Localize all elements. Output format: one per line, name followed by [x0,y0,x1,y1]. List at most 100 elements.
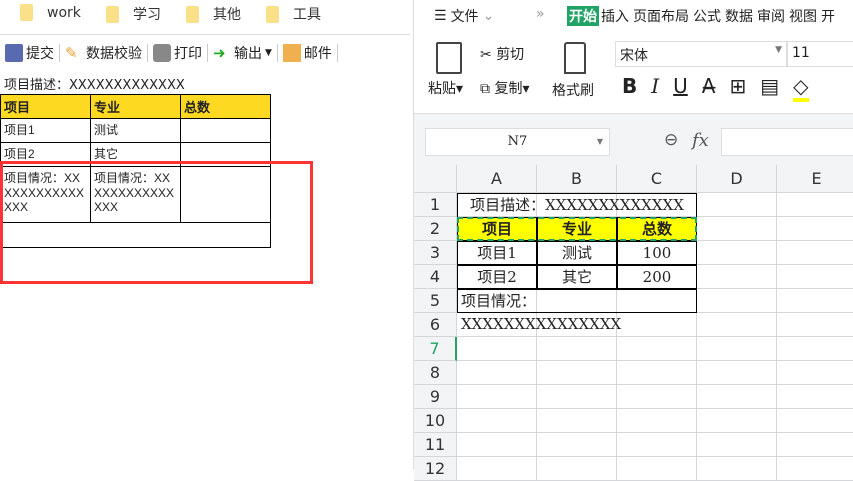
fx-button[interactable]: fx [692,130,709,151]
cell[interactable] [697,217,777,241]
row-header-8[interactable]: 8 [414,361,457,385]
cell[interactable] [697,313,777,337]
cell[interactable] [697,241,777,265]
cell[interactable] [697,409,777,433]
cell[interactable] [777,289,853,313]
strikethrough-icon[interactable]: A̶ [702,74,716,102]
row-header-1[interactable]: 1 [414,193,457,217]
cell[interactable] [697,289,777,313]
cell-A1[interactable]: 项目描述：XXXXXXXXXXXXX [457,193,697,217]
cell[interactable] [617,313,697,337]
row-header-3[interactable]: 3 [414,241,457,265]
cell[interactable] [777,409,853,433]
column-header-D[interactable]: D [697,165,777,193]
file-menu[interactable]: ☰ 文件 ⌄ [432,6,496,26]
folder-tools[interactable]: 工具 [266,4,321,24]
tab-insert[interactable]: 插入 [599,6,631,26]
cell[interactable] [617,409,697,433]
row-header-5[interactable]: 5 [414,289,457,313]
cell[interactable] [617,433,697,457]
column-header-E[interactable]: E [777,165,853,193]
format-painter-button[interactable]: 格式刷 [552,80,594,100]
cell[interactable] [537,361,617,385]
cell-style-icon[interactable]: ▤ [760,74,779,102]
tab-more[interactable]: 开 [819,6,837,26]
cell[interactable] [697,193,777,217]
more-icon[interactable]: » [536,6,545,22]
font-size-select[interactable]: 11 [787,41,853,67]
row-header-4[interactable]: 4 [414,265,457,289]
cell[interactable] [457,433,537,457]
tab-formulas[interactable]: 公式 [691,6,723,26]
cell[interactable] [457,361,537,385]
cell[interactable] [537,457,617,481]
font-select[interactable]: 宋体 ▼ [615,41,787,67]
cell[interactable] [617,457,697,481]
formula-input[interactable] [721,128,853,156]
cell[interactable] [537,433,617,457]
cell[interactable] [697,385,777,409]
cell[interactable] [777,337,853,361]
fill-color-icon[interactable]: ◇ [793,74,809,102]
cell[interactable]: 项目1 [457,241,537,265]
folder-work[interactable]: work [20,4,81,21]
italic-button[interactable]: I [651,74,659,102]
cell[interactable] [457,409,537,433]
submit-button[interactable]: 提交 [0,44,60,62]
cell[interactable] [617,361,697,385]
column-header-B[interactable]: B [537,165,617,193]
validate-button[interactable]: ✎ 数据校验 [60,44,148,62]
cell[interactable] [697,361,777,385]
row-header-11[interactable]: 11 [414,433,457,457]
column-header-A[interactable]: A [457,165,537,193]
cell[interactable]: 测试 [537,241,617,265]
cell[interactable] [777,217,853,241]
cell[interactable] [777,241,853,265]
row-header-6[interactable]: 6 [414,313,457,337]
row-header-7[interactable]: 7 [414,337,457,361]
cell[interactable] [457,457,537,481]
cell[interactable]: 项目2 [457,265,537,289]
select-all-corner[interactable] [414,165,457,193]
cell[interactable] [777,433,853,457]
cell[interactable]: 100 [617,241,697,265]
cell[interactable] [537,409,617,433]
cell[interactable] [617,337,697,361]
row-header-2[interactable]: 2 [414,217,457,241]
print-button[interactable]: 打印 [148,44,208,62]
cell[interactable] [777,385,853,409]
folder-other[interactable]: 其他 [186,4,241,24]
tab-page-layout[interactable]: 页面布局 [631,6,691,26]
cell[interactable] [697,265,777,289]
cut-button[interactable]: ✂ 剪切 [480,44,524,64]
mail-button[interactable]: 邮件 [278,44,338,62]
cell[interactable] [617,385,697,409]
cell[interactable] [697,433,777,457]
cell[interactable] [777,265,853,289]
cell[interactable]: 其它 [537,265,617,289]
underline-button[interactable]: U [673,74,688,102]
row-header-10[interactable]: 10 [414,409,457,433]
cell[interactable] [777,361,853,385]
name-box[interactable]: N7 ▼ [425,128,610,156]
tab-review[interactable]: 审阅 [755,6,787,26]
cell[interactable] [777,457,853,481]
cell[interactable] [777,193,853,217]
cell[interactable] [457,385,537,409]
copy-button[interactable]: ⧉ 复制▾ [480,78,529,98]
cell[interactable] [537,385,617,409]
tab-data[interactable]: 数据 [723,6,755,26]
cell[interactable] [457,337,537,361]
tab-home[interactable]: 开始 [567,6,599,26]
cell[interactable] [697,337,777,361]
paste-button[interactable]: 粘贴▾ [428,78,463,98]
borders-icon[interactable]: ⊞ [729,74,746,102]
cell-A5[interactable]: 项目情况：XXXXXXXXXXXXXXX [457,289,697,333]
folder-study[interactable]: 学习 [106,4,161,24]
export-button[interactable]: ➜ 输出 ▼ [208,44,278,62]
row-header-12[interactable]: 12 [414,457,457,481]
cell[interactable] [537,337,617,361]
cell[interactable] [777,313,853,337]
column-header-C[interactable]: C [617,165,697,193]
bold-button[interactable]: B [622,74,637,102]
